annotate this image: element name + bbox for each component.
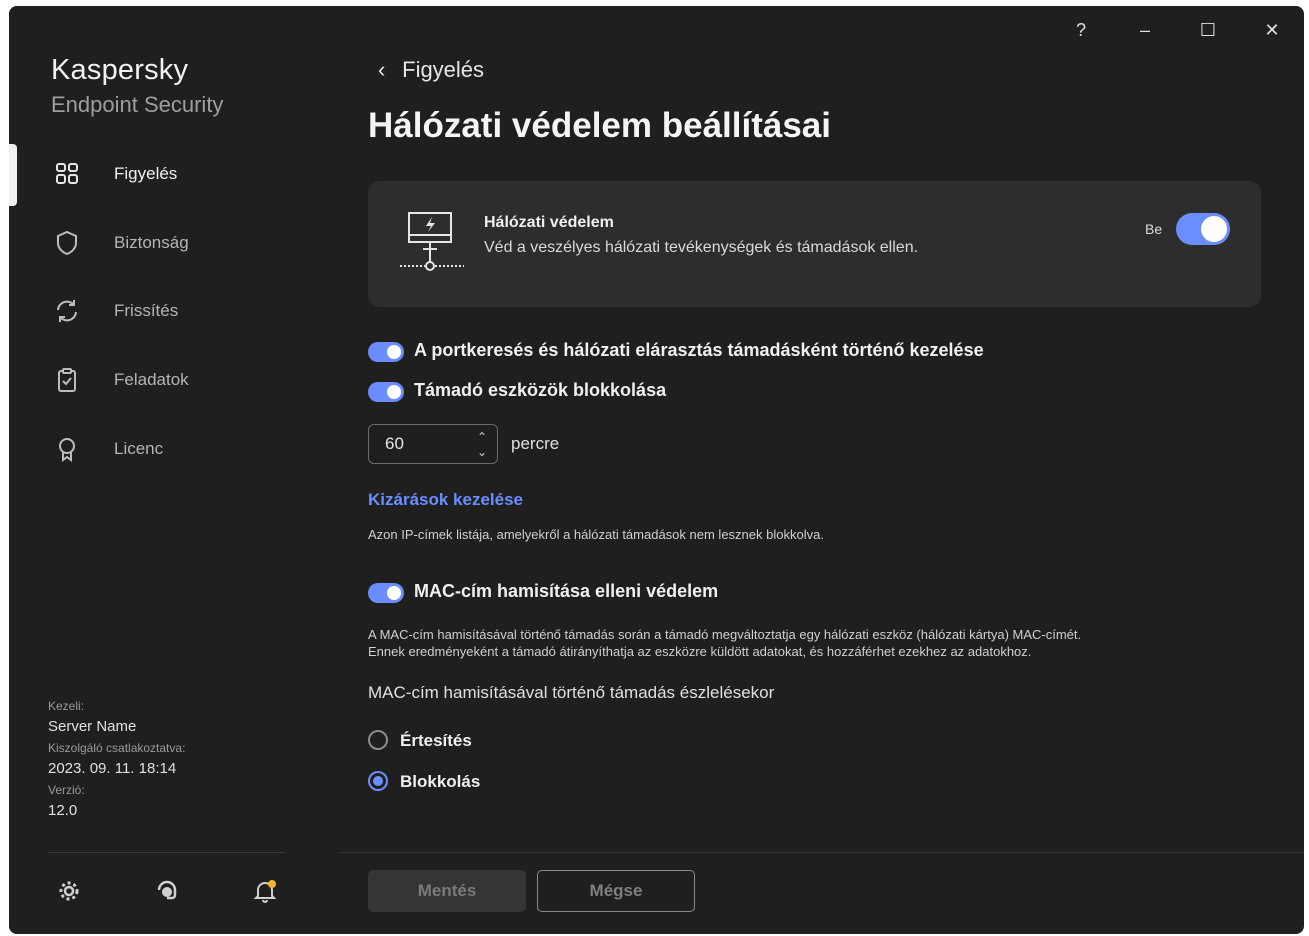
mac-action-heading: MAC-cím hamisításával történő támadás és…	[368, 683, 775, 702]
portscan-toggle[interactable]	[368, 342, 404, 362]
back-label: Figyelés	[402, 57, 485, 82]
save-button[interactable]: Mentés	[368, 870, 526, 912]
close-button[interactable]: ✕	[1252, 16, 1292, 44]
block-minutes-value[interactable]: 60	[385, 434, 404, 454]
license-badge-icon	[59, 438, 75, 462]
sidebar-item-monitoring[interactable]: Figyelés	[9, 146, 340, 202]
connected-label: Kiszolgáló csatlakoztatva:	[48, 741, 186, 755]
toggle-state-label: Be	[1145, 221, 1163, 237]
connected-value: 2023. 09. 11. 18:14	[48, 760, 177, 777]
sidebar-item-label: Figyelés	[114, 164, 178, 183]
chevron-down-icon[interactable]: ⌄	[475, 445, 489, 459]
managed-by-value: Server Name	[48, 718, 137, 735]
network-protection-toggle[interactable]	[1176, 213, 1230, 245]
mac-description-line1: A MAC-cím hamisításával történő támadás …	[368, 627, 1082, 642]
minimize-button[interactable]: –	[1125, 16, 1165, 44]
radio-block[interactable]	[368, 771, 388, 791]
network-monitor-icon	[400, 212, 464, 271]
chevron-up-icon[interactable]: ⌃	[475, 430, 489, 444]
chevron-left-icon: ‹	[378, 57, 386, 82]
page-title: Hálózati védelem beállításai	[368, 106, 831, 145]
brand-name: Kaspersky	[51, 54, 189, 86]
sidebar-item-tasks[interactable]: Feladatok	[9, 352, 340, 408]
sidebar-item-label: Frissítés	[114, 301, 179, 320]
sidebar-item-label: Biztonság	[114, 233, 189, 252]
shield-icon	[57, 230, 77, 256]
sidebar-item-label: Licenc	[114, 439, 164, 458]
version-value: 12.0	[48, 802, 78, 819]
clipboard-check-icon	[58, 368, 76, 392]
mac-spoofing-label: MAC-cím hamisítása elleni védelem	[414, 581, 719, 601]
block-minutes-unit: percre	[511, 434, 560, 453]
card-description: Véd a veszélyes hálózati tevékenységek é…	[484, 239, 919, 256]
exclusions-description: Azon IP-címek listája, amelyekről a háló…	[368, 527, 824, 542]
sidebar-item-security[interactable]: Biztonság	[9, 215, 340, 271]
version-label: Verzió:	[48, 783, 85, 797]
radio-block-label[interactable]: Blokkolás	[400, 772, 480, 792]
block-minutes-stepper[interactable]: 60 ⌃ ⌄	[368, 424, 498, 464]
footer-divider	[340, 852, 1304, 853]
help-button[interactable]: ?	[1061, 16, 1101, 44]
back-link[interactable]: ‹ Figyelés	[378, 57, 484, 83]
notifications-icon[interactable]	[252, 878, 278, 904]
network-protection-card: Hálózati védelem Véd a veszélyes hálózat…	[368, 181, 1261, 307]
cancel-button[interactable]: Mégse	[537, 870, 695, 912]
settings-icon[interactable]	[56, 878, 82, 904]
mac-description-line2: Ennek eredményeként a támadó átirányítha…	[368, 644, 1032, 659]
radio-notify[interactable]	[368, 730, 388, 750]
support-icon[interactable]	[154, 878, 180, 904]
radio-notify-label[interactable]: Értesítés	[400, 731, 472, 751]
mac-spoofing-toggle[interactable]	[368, 583, 404, 603]
block-attacker-toggle[interactable]	[368, 382, 404, 402]
sidebar-item-label: Feladatok	[114, 370, 189, 389]
card-title: Hálózati védelem	[484, 214, 614, 231]
dashboard-icon	[56, 163, 78, 184]
refresh-icon	[57, 300, 77, 322]
managed-by-label: Kezeli:	[48, 699, 85, 713]
brand-product: Endpoint Security	[51, 92, 224, 117]
manage-exclusions-link[interactable]: Kizárások kezelése	[368, 490, 523, 510]
main-panel: ? – ☐ ✕ ‹ Figyelés Hálózati védelem beál…	[340, 6, 1304, 934]
maximize-button[interactable]: ☐	[1188, 16, 1228, 44]
block-attacker-label: Támadó eszközök blokkolása	[414, 380, 667, 400]
sidebar-divider	[48, 852, 285, 853]
app-window: Kaspersky Endpoint Security Figyelés Biz…	[9, 6, 1304, 934]
sidebar: Kaspersky Endpoint Security Figyelés Biz…	[9, 6, 340, 934]
sidebar-item-update[interactable]: Frissítés	[9, 283, 340, 339]
sidebar-item-license[interactable]: Licenc	[9, 421, 340, 477]
portscan-label: A portkeresés és hálózati elárasztás tám…	[414, 340, 984, 360]
